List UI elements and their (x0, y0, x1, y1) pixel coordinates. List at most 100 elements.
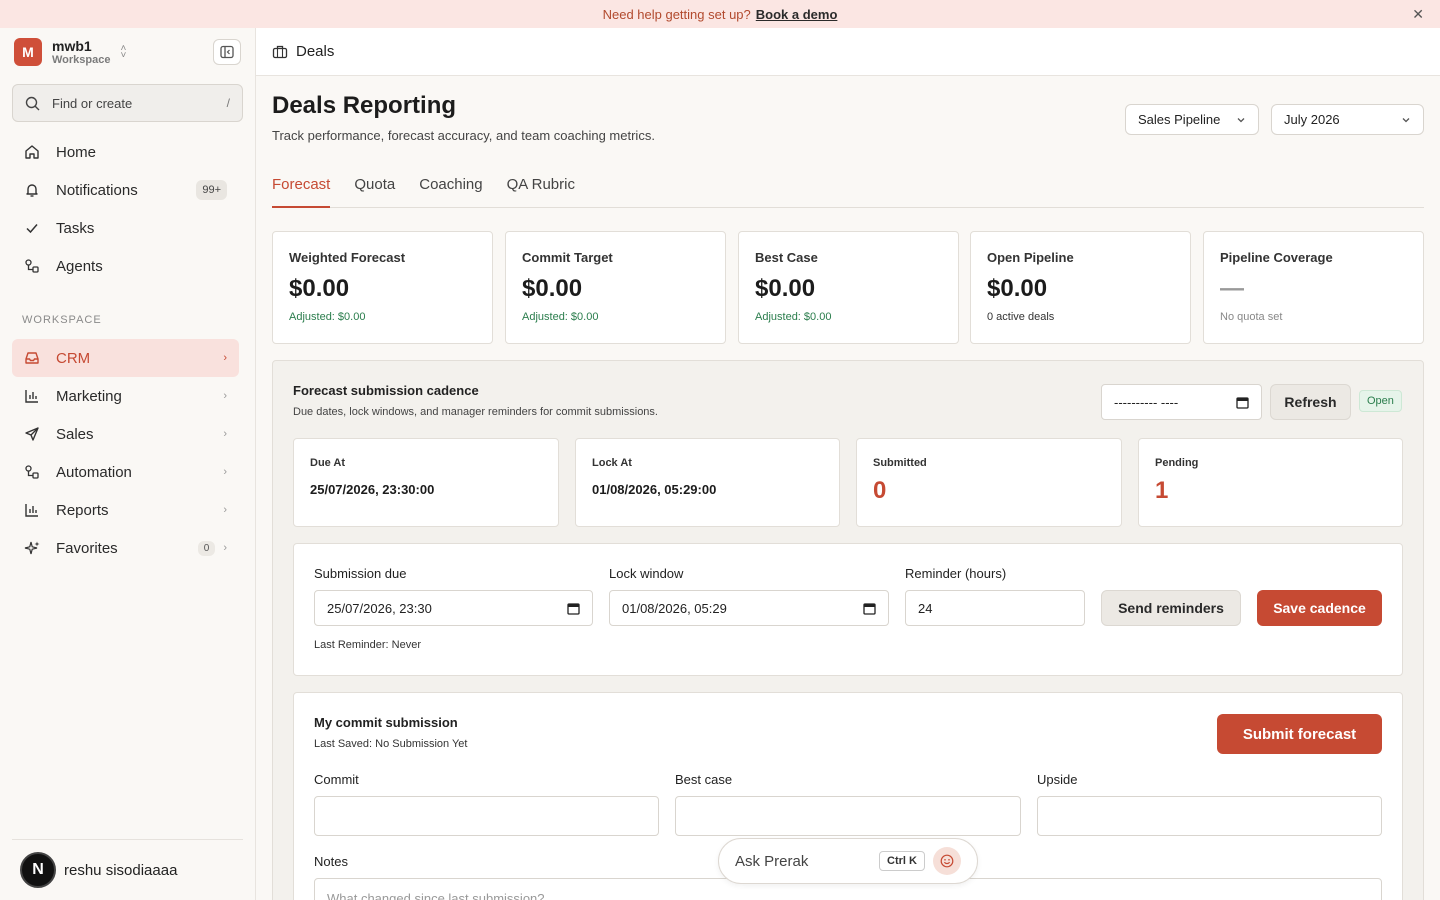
notes-placeholder: What changed since last submission? (327, 891, 545, 900)
user-menu[interactable]: N reshu sisodiaaaa (12, 839, 243, 900)
refresh-button[interactable]: Refresh (1270, 384, 1351, 420)
page-breadcrumb: Deals (296, 43, 335, 60)
sparkles-icon (24, 541, 40, 555)
nav-reports[interactable]: Reports › (12, 491, 239, 529)
chevron-right-icon: › (223, 542, 227, 554)
smile-icon[interactable] (933, 847, 961, 875)
sidebar: M mwb1 Workspace ˄ ˅ Find or create / Hom… (0, 28, 256, 900)
nav-sales-label: Sales (56, 425, 94, 443)
nav-sales[interactable]: Sales › (12, 415, 239, 453)
nav-agents[interactable]: Agents (12, 247, 239, 285)
submit-forecast-button[interactable]: Submit forecast (1217, 714, 1382, 754)
search-shortcut: / (226, 96, 230, 110)
nav-automation-label: Automation (56, 463, 132, 481)
kpi-value: $0.00 (289, 275, 350, 302)
workspace-name: mwb1 (52, 37, 92, 54)
kpi-label: Best Case (755, 250, 818, 265)
kpi-note: 0 active deals (987, 311, 1055, 323)
kpi-pipeline-coverage: Pipeline Coverage — No quota set (1203, 231, 1424, 344)
period-select-value: July 2026 (1284, 112, 1340, 127)
bell-icon (26, 184, 38, 197)
chevron-down-icon (1402, 117, 1410, 122)
favorites-count: 0 (197, 540, 216, 556)
nav-reports-label: Reports (56, 501, 109, 519)
kpi-label: Pipeline Coverage (1220, 250, 1333, 265)
sidebar-toggle-icon (220, 45, 234, 59)
kpi-note: Adjusted: $0.00 (755, 311, 832, 323)
close-icon[interactable]: ✕ (1412, 6, 1424, 23)
submission-title: My commit submission (314, 715, 458, 730)
calendar-icon[interactable] (1236, 396, 1249, 409)
kpi-value: — (1220, 275, 1244, 302)
topbar: Deals (256, 28, 1440, 76)
nav-notifications[interactable]: Notifications 99+ (12, 171, 239, 209)
kpi-note: No quota set (1220, 311, 1283, 323)
lock-window-label: Lock window (609, 566, 684, 581)
kpi-value: $0.00 (987, 275, 1048, 302)
kpi-note: Adjusted: $0.00 (289, 311, 366, 323)
stat-submitted: Submitted 0 (856, 438, 1122, 527)
nav-home-label: Home (56, 143, 97, 161)
submission-due-input[interactable]: 25/07/2026, 23:30 (314, 590, 593, 626)
tab-coaching[interactable]: Coaching (419, 170, 482, 208)
nav-home[interactable]: Home (12, 133, 239, 171)
nav-crm[interactable]: CRM › (12, 339, 239, 377)
last-reminder-text: Last Reminder: Never (314, 639, 421, 651)
nav-tasks[interactable]: Tasks (12, 209, 239, 247)
stat-label: Lock At (592, 457, 632, 469)
period-select[interactable]: July 2026 (1271, 104, 1424, 135)
kpi-value: $0.00 (755, 275, 816, 302)
cadence-title: Forecast submission cadence (293, 383, 479, 398)
ask-assistant-bar[interactable]: Ask Prerak Ctrl K (718, 838, 978, 884)
reminder-hours-value: 24 (918, 600, 933, 616)
submission-due-label: Submission due (314, 566, 407, 581)
commit-input[interactable] (314, 796, 659, 836)
search-input[interactable]: Find or create / (12, 84, 243, 122)
chevron-updown-icon: ˄ ˅ (120, 43, 127, 61)
submission-due-value: 25/07/2026, 23:30 (327, 600, 432, 616)
pipeline-select[interactable]: Sales Pipeline (1125, 104, 1259, 135)
save-cadence-button[interactable]: Save cadence (1257, 590, 1382, 626)
cadence-date-input[interactable]: ---------- ---- (1101, 384, 1262, 420)
ask-assistant-label: Ask Prerak (735, 852, 809, 870)
nav-favorites[interactable]: Favorites 0 › (12, 529, 239, 567)
calendar-icon[interactable] (567, 602, 580, 615)
kpi-label: Commit Target (522, 250, 613, 265)
tab-quota[interactable]: Quota (354, 170, 395, 208)
upside-input[interactable] (1037, 796, 1382, 836)
kpi-open-pipeline: Open Pipeline $0.00 0 active deals (970, 231, 1191, 344)
stat-pending: Pending 1 (1138, 438, 1403, 527)
nav-agents-label: Agents (56, 257, 103, 275)
chevron-right-icon: › (223, 504, 227, 516)
notes-label: Notes (314, 854, 348, 869)
stat-value: 25/07/2026, 23:30:00 (310, 482, 435, 497)
workspace-sub: Workspace (52, 53, 111, 66)
stat-value: 0 (873, 477, 887, 504)
upside-label: Upside (1037, 772, 1078, 787)
nav-notifications-label: Notifications (56, 181, 138, 199)
lock-window-input[interactable]: 01/08/2026, 05:29 (609, 590, 889, 626)
kpi-label: Weighted Forecast (289, 250, 406, 265)
reminder-hours-input[interactable]: 24 (905, 590, 1085, 626)
workflow-icon (25, 465, 39, 479)
setup-banner: Need help getting set up? Book a demo ✕ (0, 0, 1440, 28)
workspace-section-label: WORKSPACE (22, 314, 102, 326)
sidebar-collapse-button[interactable] (213, 39, 241, 65)
calendar-icon[interactable] (863, 602, 876, 615)
tab-forecast[interactable]: Forecast (272, 170, 331, 208)
best-case-input[interactable] (675, 796, 1021, 836)
user-name: reshu sisodiaaaa (64, 861, 178, 879)
tab-qa-rubric[interactable]: QA Rubric (507, 170, 575, 208)
book-demo-link[interactable]: Book a demo (756, 7, 838, 22)
kpi-value: $0.00 (522, 275, 583, 302)
nav-marketing[interactable]: Marketing › (12, 377, 239, 415)
chevron-right-icon: › (223, 466, 227, 478)
last-saved-text: Last Saved: No Submission Yet (314, 738, 468, 750)
kpi-label: Open Pipeline (987, 250, 1074, 265)
kpi-best-case: Best Case $0.00 Adjusted: $0.00 (738, 231, 959, 344)
notifications-badge: 99+ (196, 180, 227, 200)
workspace-switcher[interactable]: M mwb1 Workspace ˄ ˅ (14, 38, 242, 66)
nav-automation[interactable]: Automation › (12, 453, 239, 491)
send-reminders-button[interactable]: Send reminders (1101, 590, 1241, 626)
nav-marketing-label: Marketing (56, 387, 122, 405)
